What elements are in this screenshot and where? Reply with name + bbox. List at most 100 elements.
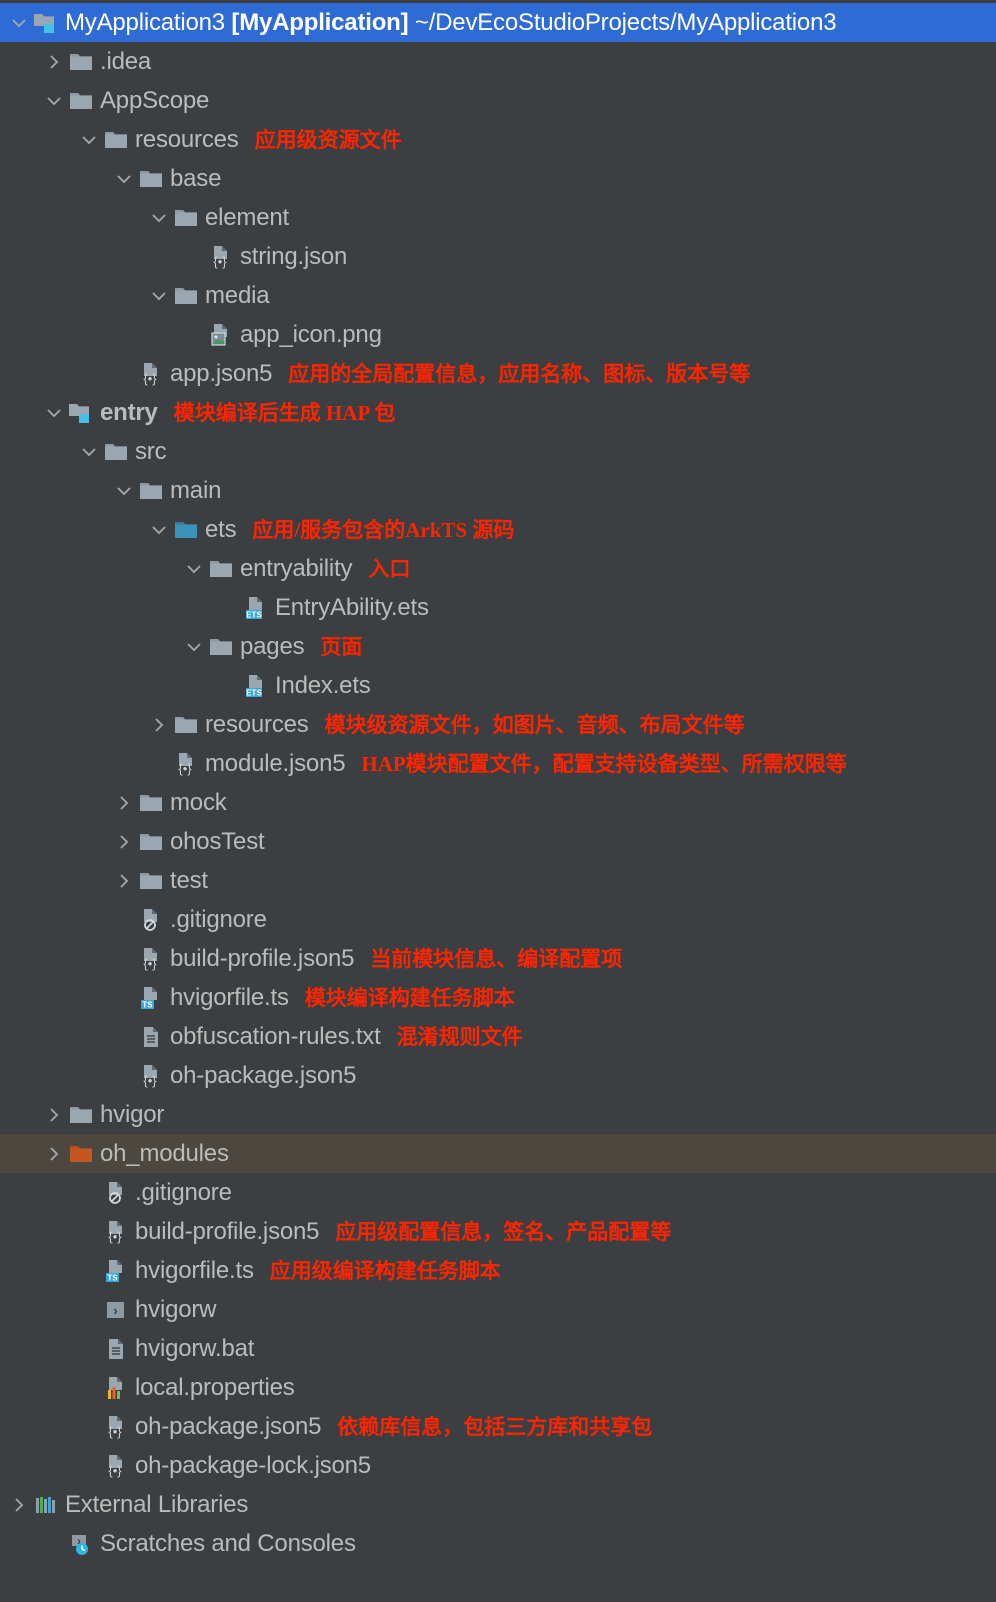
tree-row-hvigorw-bat[interactable]: hvigorw.bat — [0, 1329, 996, 1368]
tree-row-root-build-profile[interactable]: {•} build-profile.json5 应用级配置信息，签名、产品配置等 — [0, 1212, 996, 1251]
tree-row-entry-resources[interactable]: resources 模块级资源文件，如图片、音频、布局文件等 — [0, 705, 996, 744]
chevron-down-icon[interactable] — [183, 636, 205, 658]
tree-row-label: main — [170, 476, 222, 504]
annotation-text: 模块编译构建任务脚本 — [304, 985, 515, 1010]
tree-row-entryability[interactable]: entryability 入口 — [0, 549, 996, 588]
chevron-right-icon[interactable] — [8, 1494, 30, 1516]
folder-icon — [174, 284, 198, 308]
tree-row-hvigorw[interactable]: › hvigorw — [0, 1290, 996, 1329]
chevron-down-icon[interactable] — [113, 480, 135, 502]
tree-row-label: oh_modules — [100, 1139, 229, 1167]
tree-row-index-ets[interactable]: ETS Index.ets — [0, 666, 996, 705]
tree-row-ohostest[interactable]: ohosTest — [0, 822, 996, 861]
chevron-down-icon[interactable] — [113, 168, 135, 190]
chevron-down-icon[interactable] — [43, 90, 65, 112]
annotation-text: 应用的全局配置信息，应用名称、图标、版本号等 — [288, 361, 751, 386]
chevron-down-icon[interactable] — [43, 402, 65, 424]
tree-row-label: oh-package.json5 — [135, 1412, 322, 1440]
tree-row-oh-modules[interactable]: oh_modules — [0, 1134, 996, 1173]
tree-row-entry[interactable]: entry 模块编译后生成 HAP 包 — [0, 393, 996, 432]
annotation-text: 入口 — [368, 556, 411, 581]
tree-row-test[interactable]: test — [0, 861, 996, 900]
tree-row-entry-main[interactable]: main — [0, 471, 996, 510]
tree-row-idea[interactable]: .idea — [0, 42, 996, 81]
tree-row-root-hvigorfile[interactable]: TS hvigorfile.ts 应用级编译构建任务脚本 — [0, 1251, 996, 1290]
tree-row-label: .idea — [100, 47, 152, 75]
tree-row-root-oh-package-lock[interactable]: {•} oh-package-lock.json5 — [0, 1446, 996, 1485]
tree-row-entry-gitignore[interactable]: .gitignore — [0, 900, 996, 939]
chevron-right-icon[interactable] — [43, 1104, 65, 1126]
tree-row-module-json5[interactable]: {•} module.json5 HAP模块配置文件，配置支持设备类型、所需权限等 — [0, 744, 996, 783]
tree-row-string-json[interactable]: {•} string.json — [0, 237, 996, 276]
tree-row-entry-build-profile[interactable]: {•} build-profile.json5 当前模块信息、编译配置项 — [0, 939, 996, 978]
svg-text:{•}: {•} — [143, 956, 157, 971]
tree-row-scratches-and-consoles[interactable]: › Scratches and Consoles — [0, 1524, 996, 1563]
folder-icon — [174, 713, 198, 737]
tree-row-entry-oh-package[interactable]: {•} oh-package.json5 — [0, 1056, 996, 1095]
libraries-icon — [34, 1493, 58, 1517]
json-file-icon: {•} — [104, 1454, 128, 1478]
tree-row-entry-hvigorfile[interactable]: TS hvigorfile.ts 模块编译构建任务脚本 — [0, 978, 996, 1017]
tree-row-mock[interactable]: mock — [0, 783, 996, 822]
tree-row-label: hvigor — [100, 1100, 165, 1128]
tree-row-label: hvigorw — [135, 1295, 217, 1323]
tree-row-label: ohosTest — [170, 827, 265, 855]
chevron-right-icon[interactable] — [113, 831, 135, 853]
svg-text:{•}: {•} — [108, 1424, 122, 1439]
tree-row-label: EntryAbility.ets — [275, 593, 429, 621]
text-file-icon — [104, 1337, 128, 1361]
chevron-down-icon[interactable] — [78, 441, 100, 463]
json-file-icon: {•} — [139, 362, 163, 386]
tree-row-label: hvigorfile.ts — [135, 1256, 254, 1284]
annotation-text: 模块编译后生成 HAP 包 — [173, 400, 396, 425]
tree-row-appscope-media[interactable]: media — [0, 276, 996, 315]
tree-row-label: app.json5 — [170, 359, 273, 387]
chevron-right-icon[interactable] — [148, 714, 170, 736]
chevron-down-icon[interactable] — [148, 519, 170, 541]
folder-icon — [174, 206, 198, 230]
folder-icon — [139, 830, 163, 854]
gitignore-file-icon — [104, 1181, 128, 1205]
tree-row-entryability-ets[interactable]: ETS EntryAbility.ets — [0, 588, 996, 627]
tree-row-label: resources — [135, 125, 239, 153]
tree-row-local-properties[interactable]: local.properties — [0, 1368, 996, 1407]
tree-row-appscope[interactable]: AppScope — [0, 81, 996, 120]
chevron-down-icon[interactable] — [148, 285, 170, 307]
tree-row-hvigor[interactable]: hvigor — [0, 1095, 996, 1134]
tree-row-label: oh-package-lock.json5 — [135, 1451, 371, 1479]
tree-row-appscope-resources[interactable]: resources 应用级资源文件 — [0, 120, 996, 159]
chevron-right-icon[interactable] — [113, 792, 135, 814]
json-file-icon: {•} — [209, 245, 233, 269]
tree-row-external-libraries[interactable]: External Libraries — [0, 1485, 996, 1524]
chevron-down-icon[interactable] — [183, 558, 205, 580]
json-file-icon: {•} — [139, 1064, 163, 1088]
svg-text:ETS: ETS — [246, 688, 262, 697]
tree-row-root-oh-package[interactable]: {•} oh-package.json5 依赖库信息，包括三方库和共享包 — [0, 1407, 996, 1446]
tree-row-appscope-element[interactable]: element — [0, 198, 996, 237]
chevron-right-icon[interactable] — [43, 51, 65, 73]
tree-row-app-icon-png[interactable]: app_icon.png — [0, 315, 996, 354]
tree-row-appscope-base[interactable]: base — [0, 159, 996, 198]
annotation-text: 应用级配置信息，签名、产品配置等 — [335, 1219, 672, 1244]
tree-row-root-gitignore[interactable]: .gitignore — [0, 1173, 996, 1212]
tree-row-label: element — [205, 203, 289, 231]
svg-text:TS: TS — [107, 1273, 118, 1282]
annotation-text: 应用级资源文件 — [254, 127, 402, 152]
chevron-down-icon[interactable] — [78, 129, 100, 151]
chevron-right-icon[interactable] — [43, 1143, 65, 1165]
chevron-down-icon[interactable] — [8, 12, 30, 34]
folder-icon — [69, 1103, 93, 1127]
tree-row-obfuscation-rules[interactable]: obfuscation-rules.txt 混淆规则文件 — [0, 1017, 996, 1056]
tree-row-app-json5[interactable]: {•} app.json5 应用的全局配置信息，应用名称、图标、版本号等 — [0, 354, 996, 393]
tree-row-entry-ets[interactable]: ets 应用/服务包含的ArkTS 源码 — [0, 510, 996, 549]
json-file-icon: {•} — [104, 1415, 128, 1439]
chevron-down-icon[interactable] — [148, 207, 170, 229]
tree-row-label: entryability — [240, 554, 353, 582]
scratches-icon: › — [69, 1532, 93, 1556]
chevron-right-icon[interactable] — [113, 870, 135, 892]
tree-row-root[interactable]: MyApplication3 [MyApplication] ~/DevEcoS… — [0, 3, 996, 42]
tree-row-label: resources — [205, 710, 309, 738]
folder-icon — [209, 635, 233, 659]
tree-row-entry-src[interactable]: src — [0, 432, 996, 471]
tree-row-pages[interactable]: pages 页面 — [0, 627, 996, 666]
